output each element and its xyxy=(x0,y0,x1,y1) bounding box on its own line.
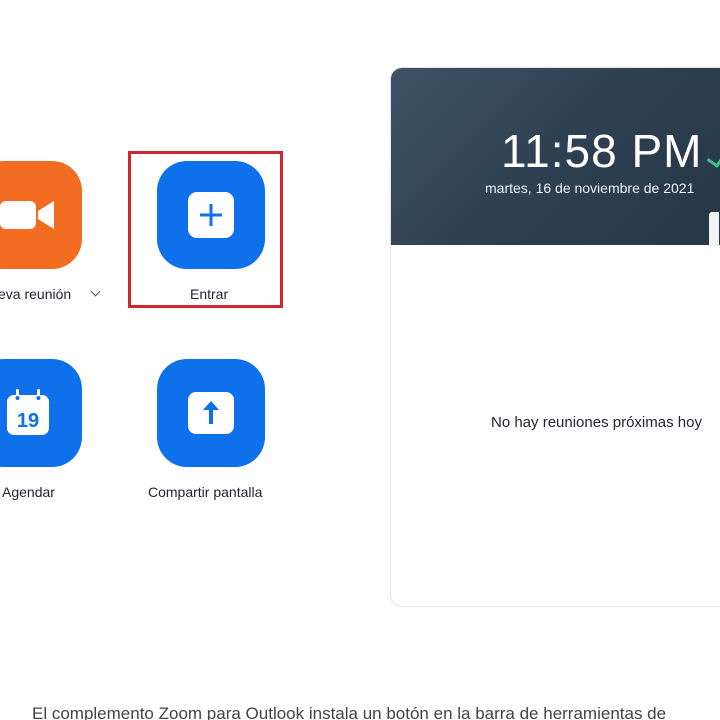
chevron-down-icon[interactable] xyxy=(90,286,101,297)
clock-date: martes, 16 de noviembre de 2021 xyxy=(485,180,695,196)
article-caption: El complemento Zoom para Outlook instala… xyxy=(32,704,667,720)
clock-time: 11:58 PM xyxy=(501,125,703,177)
schedule-button[interactable]: 19 xyxy=(0,359,82,467)
arrow-up-icon xyxy=(188,392,234,434)
share-screen-button[interactable] xyxy=(157,359,265,467)
panel-header: 11:58 PM martes, 16 de noviembre de 2021 xyxy=(391,68,720,246)
highlight-box xyxy=(128,151,283,308)
new-meeting-label: eva reunión xyxy=(0,286,72,302)
meetings-panel: 11:58 PM martes, 16 de noviembre de 2021… xyxy=(390,67,720,607)
video-camera-icon xyxy=(0,201,54,229)
calendar-icon: 19 xyxy=(7,389,49,435)
decoration-card xyxy=(709,212,719,246)
zoom-home-screen: eva reunión Entrar 19 Agendar Compartir … xyxy=(0,0,720,720)
new-meeting-button[interactable] xyxy=(0,161,82,269)
share-screen-label: Compartir pantalla xyxy=(148,484,263,500)
check-icon xyxy=(706,153,720,168)
calendar-day: 19 xyxy=(17,410,39,432)
schedule-label: Agendar xyxy=(2,484,55,500)
no-meetings-message: No hay reuniones próximas hoy xyxy=(491,414,702,431)
